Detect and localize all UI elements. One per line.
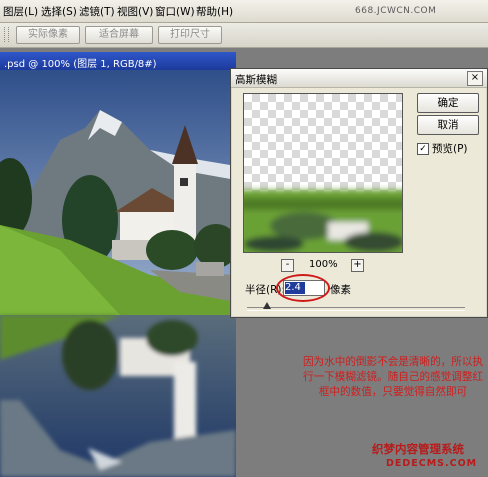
close-icon[interactable]: × (467, 71, 483, 86)
print-size-button[interactable]: 打印尺寸 (158, 26, 222, 44)
dialog-titlebar[interactable]: 高斯模糊 × (231, 69, 487, 88)
menu-help[interactable]: 帮助(H) (196, 4, 233, 19)
image-canvas[interactable] (0, 70, 236, 477)
menu-bar: 图层(L) 选择(S) 滤镜(T) 视图(V) 窗口(W) 帮助(H) 668.… (0, 0, 488, 23)
ok-button[interactable]: 确定 (417, 93, 479, 113)
toolbar-grip[interactable] (4, 27, 9, 42)
document-title: .psd @ 100% (图层 1, RGB/8#) (4, 59, 157, 70)
radius-slider-track[interactable] (247, 307, 465, 311)
gaussian-blur-dialog: 高斯模糊 × 确定 取消 ✓ 预览(P) - 100% + 半径(R): 2.4… (230, 68, 488, 318)
watermark-en: DEDECMS.COM (386, 458, 478, 469)
menu-window[interactable]: 窗口(W) (155, 4, 195, 19)
landscape-image (0, 70, 236, 477)
site-watermark: 668.JCWCN.COM (355, 6, 437, 16)
dialog-title: 高斯模糊 (235, 74, 277, 86)
watermark-cn: 织梦内容管理系统 (372, 442, 464, 456)
options-bar: 实际像素 适合屏幕 打印尺寸 (0, 23, 488, 48)
highlight-ellipse (276, 274, 330, 302)
preview-image (244, 190, 402, 252)
blur-preview[interactable] (243, 93, 403, 253)
zoom-out-button[interactable]: - (281, 259, 294, 272)
preview-label: 预览(P) (432, 143, 468, 155)
menu-view[interactable]: 视图(V) (117, 4, 153, 19)
menu-layer[interactable]: 图层(L) (3, 4, 38, 19)
annotation-note: 因为水中的倒影不会是清晰的，所以执行一下模糊滤镜。随自己的感觉调整红框中的数值，… (302, 356, 484, 398)
zoom-level: 100% (309, 259, 338, 270)
menu-select[interactable]: 选择(S) (41, 4, 77, 19)
cancel-button[interactable]: 取消 (417, 115, 479, 135)
preview-checkbox[interactable]: ✓ (417, 142, 429, 155)
fit-screen-button[interactable]: 适合屏幕 (85, 26, 153, 44)
menu-filter[interactable]: 滤镜(T) (79, 4, 115, 19)
actual-pixels-button[interactable]: 实际像素 (16, 26, 80, 44)
zoom-in-button[interactable]: + (351, 259, 364, 272)
document-titlebar[interactable]: .psd @ 100% (图层 1, RGB/8#) (0, 52, 236, 70)
preview-toggle[interactable]: ✓ 预览(P) (417, 141, 468, 156)
radius-slider-handle[interactable] (263, 302, 271, 309)
radius-unit: 像素 (330, 284, 351, 296)
